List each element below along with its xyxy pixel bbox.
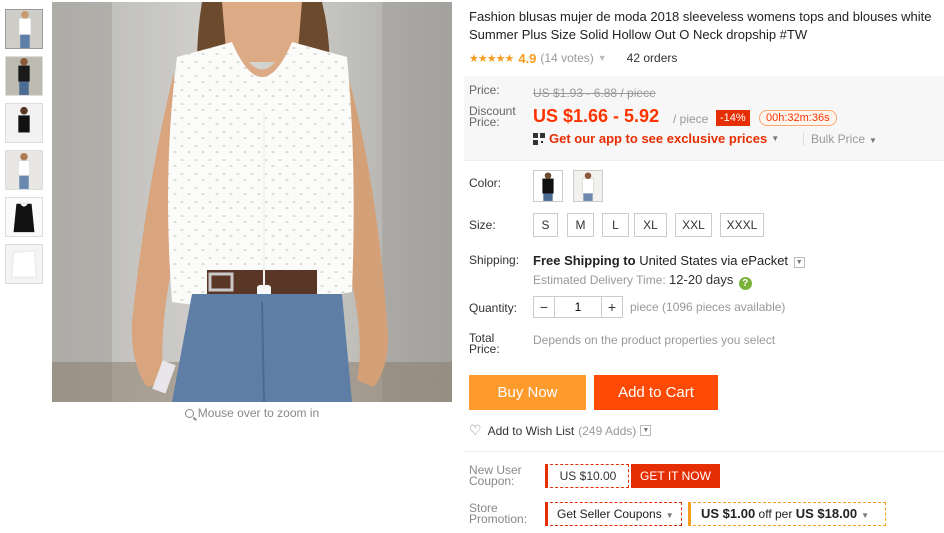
add-to-cart-button[interactable]: Add to Cart	[594, 375, 718, 410]
quantity-input[interactable]	[554, 297, 602, 317]
thumbnail-list	[5, 9, 45, 291]
main-product-image[interactable]	[52, 2, 452, 402]
countdown-timer: 00h:32m:36s	[759, 110, 837, 126]
get-it-now-button[interactable]: GET IT NOW	[631, 464, 720, 488]
star-rating-icon[interactable]: ★★★★★	[469, 52, 514, 65]
divider	[464, 160, 944, 161]
new-user-coupon-amount: US $10.00	[545, 464, 629, 488]
shipping-method[interactable]: Free Shipping to United States via ePack…	[533, 253, 805, 268]
discount-badge: -14%	[716, 110, 750, 126]
divider	[464, 451, 944, 452]
product-info: Fashion blusas mujer de moda 2018 sleeve…	[469, 8, 941, 67]
chevron-down-icon: ▼	[771, 134, 780, 143]
quantity-label: Quantity:	[469, 301, 518, 315]
stock-note: piece (1096 pieces available)	[630, 300, 786, 314]
help-icon[interactable]: ?	[738, 277, 752, 290]
product-title: Fashion blusas mujer de moda 2018 sleeve…	[469, 9, 932, 42]
thumbnail-2[interactable]	[5, 56, 43, 96]
qr-code-icon	[533, 132, 545, 145]
rating-row: ★★★★★ 4.9 (14 votes) ▼ 42 orders	[469, 49, 941, 67]
size-label: Size:	[469, 218, 496, 232]
chevron-down-icon[interactable]: ▼	[640, 425, 652, 436]
size-option-s[interactable]: S	[533, 213, 558, 237]
current-price: US $1.66 - 5.92	[533, 106, 660, 126]
quantity-decrease-button[interactable]: −	[534, 297, 554, 317]
color-swatch-white[interactable]	[573, 170, 603, 202]
size-option-m[interactable]: M	[567, 213, 594, 237]
store-promotion-offer[interactable]: US $1.00 off per US $18.00 ▼	[688, 502, 886, 526]
discount-price-label: Discount Price:	[469, 104, 516, 129]
chevron-down-icon[interactable]: ▼	[598, 53, 607, 63]
quantity-stepper: − +	[533, 296, 623, 318]
heart-icon: ♡	[469, 422, 482, 438]
total-price-label: Total Price:	[469, 331, 500, 356]
thumbnail-6[interactable]	[5, 244, 43, 284]
store-promotion-label: Store Promotion:	[469, 501, 528, 526]
size-option-xxl[interactable]: XXL	[675, 213, 712, 237]
shipping-label: Shipping:	[469, 253, 520, 267]
chevron-down-icon: ▼	[869, 136, 877, 145]
search-icon	[184, 409, 194, 418]
size-option-l[interactable]: L	[602, 213, 629, 237]
zoom-hint: Mouse over to zoom in	[52, 406, 452, 420]
chevron-down-icon: ▼	[665, 511, 674, 520]
orders-count[interactable]: 42 orders	[627, 51, 678, 65]
size-option-xxxl[interactable]: XXXL	[720, 213, 764, 237]
size-option-xl[interactable]: XL	[634, 213, 667, 237]
thumbnail-1[interactable]	[5, 9, 43, 49]
rating-score: 4.9	[518, 50, 537, 66]
price-unit: / piece	[673, 112, 709, 126]
total-price-value: Depends on the product properties you se…	[533, 333, 776, 347]
estimated-delivery: Estimated Delivery Time: 12-20 days ?	[533, 272, 752, 290]
quantity-increase-button[interactable]: +	[602, 297, 622, 317]
get-seller-coupons-dropdown[interactable]: Get Seller Coupons ▼	[545, 502, 682, 526]
thumbnail-5[interactable]	[5, 197, 43, 237]
rating-votes[interactable]: (14 votes)	[540, 51, 593, 65]
color-label: Color:	[469, 176, 502, 190]
app-promo-link[interactable]: Get our app to see exclusive prices ▼	[533, 131, 779, 146]
add-to-wishlist-link[interactable]: ♡ Add to Wish List (249 Adds) ▼	[469, 422, 652, 439]
thumbnail-3[interactable]	[5, 103, 43, 143]
new-user-coupon-label: New User Coupon:	[469, 463, 522, 488]
thumbnail-4[interactable]	[5, 150, 43, 190]
buy-now-button[interactable]: Buy Now	[469, 375, 586, 410]
chevron-down-icon: ▼	[861, 511, 870, 520]
chevron-down-icon[interactable]: ▼	[793, 257, 805, 268]
original-price: US $1.93 - 6.88 / piece	[533, 86, 656, 100]
bulk-price-dropdown[interactable]: Bulk Price ▼	[803, 132, 877, 146]
color-swatch-black[interactable]	[533, 170, 563, 202]
price-label: Price:	[469, 83, 500, 97]
